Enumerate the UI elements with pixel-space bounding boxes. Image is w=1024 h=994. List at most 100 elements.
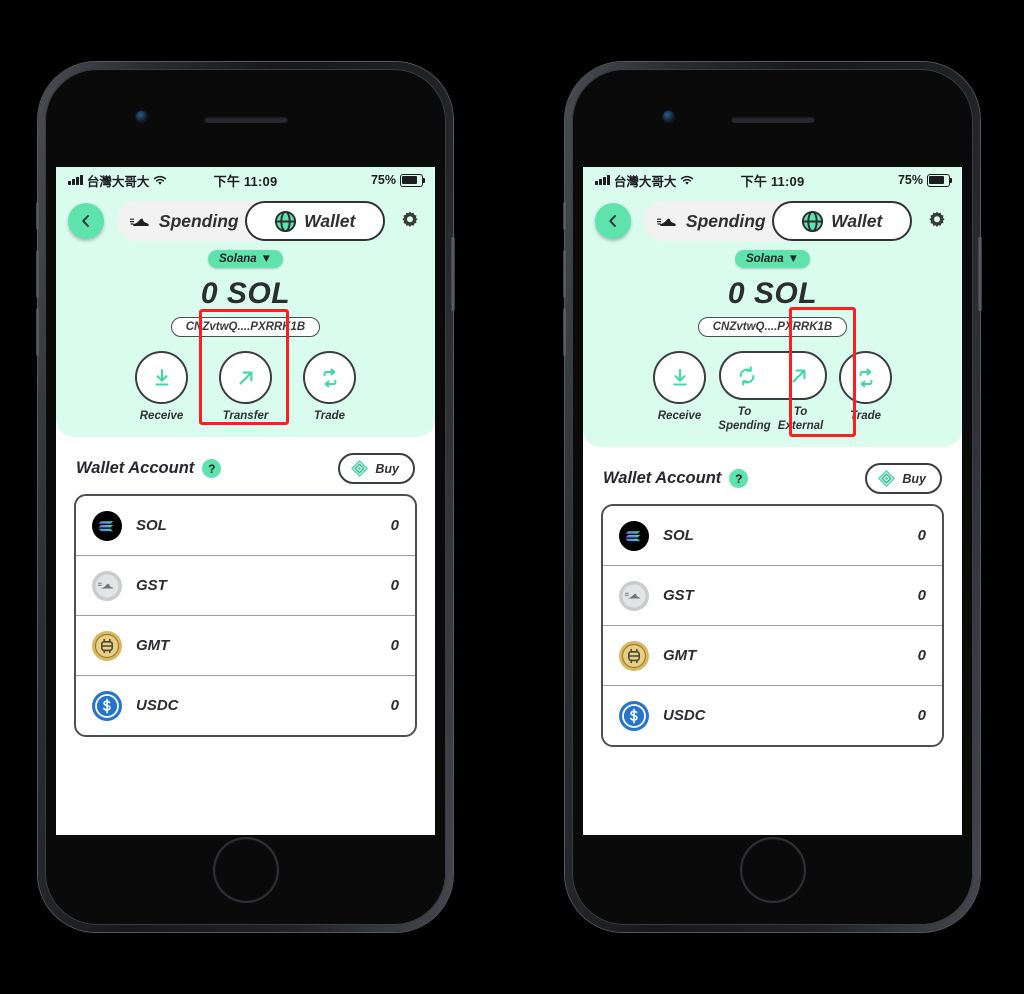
wallet-address[interactable]: CNZvtwQ....PXRRK1B xyxy=(697,317,848,337)
buy-label: Buy xyxy=(375,461,399,476)
mode-toggle[interactable]: Spending Wallet xyxy=(116,201,385,241)
action-receive[interactable]: Receive xyxy=(643,351,717,423)
refresh-circle-icon xyxy=(739,365,754,386)
chain-selector[interactable]: Solana ▼ xyxy=(207,250,284,268)
table-row[interactable]: GMT 0 xyxy=(76,615,415,675)
wallet-account-title: Wallet Account xyxy=(603,469,722,488)
action-receive[interactable]: Receive xyxy=(120,351,204,423)
carrier-label: 台灣大哥大 xyxy=(86,174,150,189)
token-amount: 0 xyxy=(917,647,926,665)
trade-button[interactable] xyxy=(303,351,356,404)
wallet-account-title: Wallet Account xyxy=(76,459,195,478)
token-symbol: SOL xyxy=(136,517,167,535)
volume-down-button-right[interactable] xyxy=(563,308,567,356)
action-trade[interactable]: Trade xyxy=(829,351,903,423)
chain-selector[interactable]: Solana ▼ xyxy=(734,250,811,268)
phone-screen-left: 台灣大哥大 下午 11:09 75% Spending Wallet Solan… xyxy=(56,167,435,835)
help-badge[interactable]: ? xyxy=(729,469,749,489)
to-spending-label-line1: To xyxy=(737,406,752,418)
arrow-up-right-icon xyxy=(791,369,805,383)
earpiece-assembly-left xyxy=(135,111,288,123)
volume-up-button-right[interactable] xyxy=(563,250,567,298)
chevron-down-icon: ▼ xyxy=(260,253,273,265)
action-trade[interactable]: Trade xyxy=(288,351,372,423)
mode-toggle[interactable]: Spending Wallet xyxy=(643,201,912,241)
transfer-button[interactable] xyxy=(219,351,272,404)
settings-button[interactable] xyxy=(397,208,423,234)
transfer-label: Transfer xyxy=(222,410,269,422)
usdc-coin-icon xyxy=(92,690,122,721)
wallet-address[interactable]: CNZvtwQ....PXRRK1B xyxy=(170,317,321,337)
back-button[interactable] xyxy=(595,203,631,239)
table-row[interactable]: USDC 0 xyxy=(603,685,942,745)
token-symbol: GMT xyxy=(136,637,170,655)
table-row[interactable]: GST 0 xyxy=(76,555,415,615)
sneaker-icon xyxy=(129,218,149,226)
tab-wallet-label: Wallet xyxy=(304,210,356,231)
gmt-coin-icon xyxy=(92,630,122,661)
chain-selector-row: Solana ▼ xyxy=(56,249,435,268)
table-row[interactable]: GMT 0 xyxy=(603,625,942,685)
receive-button[interactable] xyxy=(653,351,706,404)
token-amount: 0 xyxy=(917,707,926,725)
transfer-dual-button xyxy=(718,351,827,400)
solana-coin-icon xyxy=(92,510,122,541)
volume-down-button-left[interactable] xyxy=(36,308,40,356)
table-row[interactable]: GST 0 xyxy=(603,565,942,625)
token-symbol: GMT xyxy=(663,647,697,665)
table-row[interactable]: SOL 0 xyxy=(603,506,942,565)
app-header-right: Spending Wallet xyxy=(583,193,962,245)
to-external-button[interactable] xyxy=(773,353,825,398)
token-amount: 0 xyxy=(917,527,926,545)
tab-spending-label: Spending xyxy=(685,210,766,231)
download-arrow-icon xyxy=(154,368,169,386)
settings-button[interactable] xyxy=(924,208,950,234)
to-spending-label-line2: Spending xyxy=(718,419,771,432)
help-badge[interactable]: ? xyxy=(202,459,222,479)
chevron-left-icon xyxy=(82,215,89,227)
tab-wallet[interactable]: Wallet xyxy=(244,201,385,241)
token-amount: 0 xyxy=(390,577,399,595)
mute-switch-right[interactable] xyxy=(563,202,567,230)
back-button[interactable] xyxy=(68,203,104,239)
tab-spending[interactable]: Spending xyxy=(643,201,780,241)
swap-repeat-icon xyxy=(859,368,872,387)
usdc-coin-icon xyxy=(619,700,649,731)
gmt-coin-icon xyxy=(619,640,649,671)
tab-wallet[interactable]: Wallet xyxy=(771,201,912,241)
home-button-left[interactable] xyxy=(214,839,277,901)
mute-switch-left[interactable] xyxy=(36,202,40,230)
gst-coin-icon xyxy=(92,570,122,601)
power-button-left[interactable] xyxy=(451,237,455,311)
token-symbol: GST xyxy=(663,587,694,605)
wallet-balance: 0 SOL xyxy=(727,277,818,310)
action-transfer[interactable]: Transfer xyxy=(204,351,288,423)
table-row[interactable]: SOL 0 xyxy=(76,496,415,555)
earpiece-speaker xyxy=(730,116,815,123)
action-transfer-group: To Spending To External xyxy=(717,351,829,433)
wallet-account-header-right: Wallet Account ? Buy xyxy=(583,447,962,504)
home-button-right[interactable] xyxy=(741,839,804,901)
trade-label: Trade xyxy=(313,410,346,422)
download-arrow-icon xyxy=(672,368,687,386)
volume-up-button-left[interactable] xyxy=(36,250,40,298)
buy-button[interactable]: Buy xyxy=(865,463,942,495)
status-bar-clock: 下午 11:09 xyxy=(213,173,278,189)
wallet-summary-panel-right: Spending Wallet Solana ▼ 0 SOL CNZvtwQ..… xyxy=(583,193,962,448)
buy-button[interactable]: Buy xyxy=(338,453,415,485)
battery-percent-label: 75% xyxy=(370,173,396,187)
to-spending-button[interactable] xyxy=(721,353,773,398)
battery-icon xyxy=(400,173,426,187)
trade-button[interactable] xyxy=(839,351,892,404)
wallet-balance: 0 SOL xyxy=(200,277,291,310)
receive-button[interactable] xyxy=(135,351,188,404)
power-button-right[interactable] xyxy=(978,237,982,311)
table-row[interactable]: USDC 0 xyxy=(76,675,415,735)
receive-label: Receive xyxy=(657,410,702,422)
tab-spending[interactable]: Spending xyxy=(116,201,253,241)
gst-coin-icon xyxy=(619,580,649,611)
status-bar-right-group: 75% xyxy=(804,173,953,187)
earpiece-speaker xyxy=(203,116,288,123)
app-header-left: Spending Wallet xyxy=(56,193,435,245)
gear-icon xyxy=(929,211,945,227)
